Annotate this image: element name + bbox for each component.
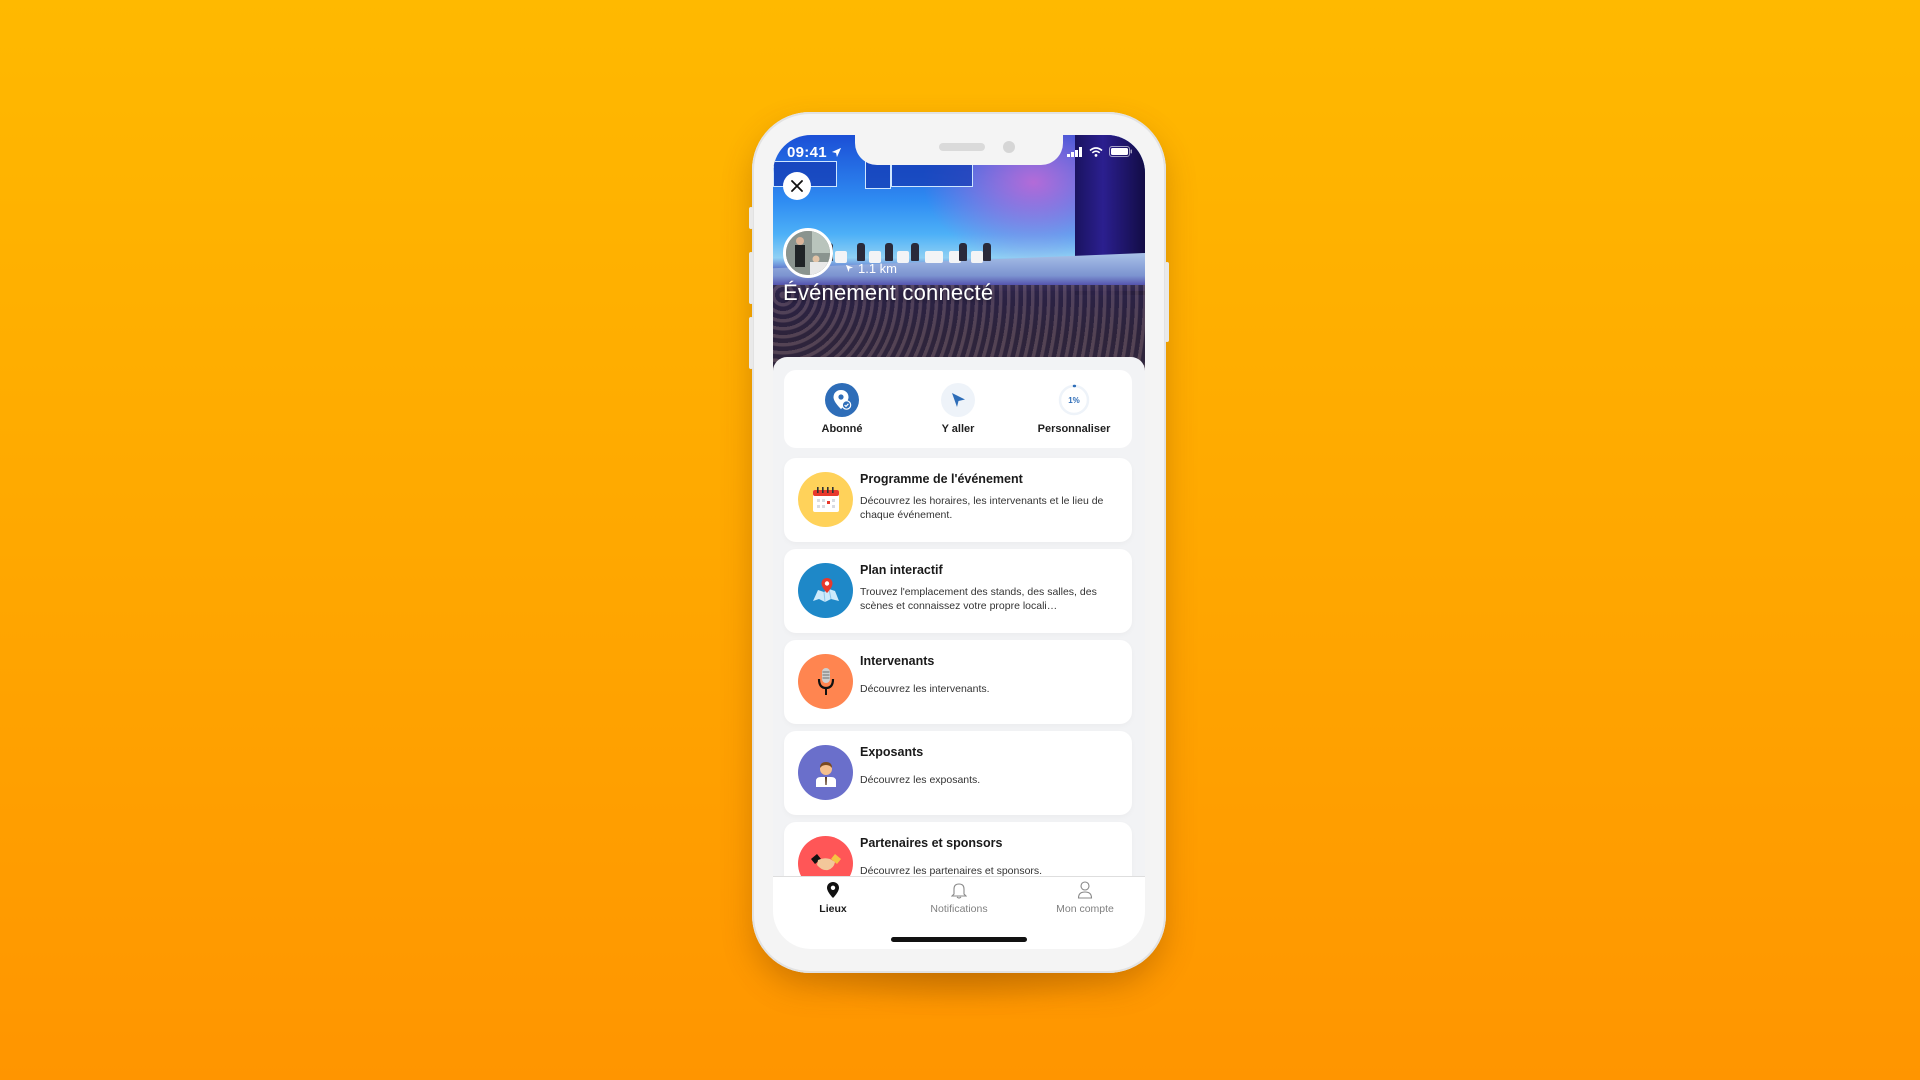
- hero-speaker: [885, 243, 893, 261]
- location-arrow-icon: [832, 147, 842, 158]
- action-bar: Abonné Y aller 1% Personnaliser: [784, 370, 1132, 448]
- status-time-text: 09:41: [787, 144, 827, 161]
- subscribed-label: Abonné: [821, 423, 863, 435]
- close-button[interactable]: [783, 172, 811, 200]
- bottom-nav: Lieux Notifications Mon compte: [773, 876, 1145, 949]
- card-title: Programme de l'événement: [860, 472, 1023, 486]
- card-title: Intervenants: [860, 654, 935, 668]
- close-icon: [791, 180, 803, 192]
- volume-up-button: [749, 252, 753, 304]
- distance-text: 1.1 km: [858, 261, 898, 276]
- phone-frame: 09:41 1.1 km Événement connecté Abonné Y…: [749, 112, 1169, 973]
- nav-notifications[interactable]: Notifications: [904, 881, 1014, 915]
- wifi-icon: [1089, 146, 1103, 157]
- card-description: Découvrez les horaires, les intervenants…: [860, 495, 1104, 521]
- nav-label: Notifications: [930, 903, 988, 915]
- card-exhibitors[interactable]: Exposants Découvrez les exposants.: [784, 731, 1132, 815]
- card-description: Découvrez les intervenants.: [860, 683, 990, 695]
- hero-speaker: [911, 243, 919, 261]
- signal-icon: [1067, 146, 1082, 157]
- power-button: [1165, 262, 1169, 342]
- calendar-icon: [798, 472, 853, 527]
- status-time: 09:41: [787, 144, 842, 161]
- progress-value: 1%: [1068, 395, 1080, 405]
- hero-seat: [897, 251, 909, 263]
- map-pin-icon: [798, 563, 853, 618]
- pin-check-icon: [825, 383, 859, 417]
- card-interactive-map[interactable]: Plan interactif Trouvez l'emplacement de…: [784, 549, 1132, 633]
- home-indicator[interactable]: [891, 937, 1027, 942]
- card-title: Exposants: [860, 745, 924, 759]
- customize-button[interactable]: 1% Personnaliser: [1019, 383, 1129, 435]
- nav-account[interactable]: Mon compte: [1030, 881, 1140, 915]
- hero-speaker: [857, 243, 865, 261]
- mute-switch: [749, 207, 753, 229]
- go-there-label: Y aller: [941, 423, 975, 435]
- status-icons: [1067, 146, 1133, 157]
- front-camera: [1003, 141, 1015, 153]
- battery-icon: [1109, 146, 1132, 157]
- navigate-arrow-icon: [941, 383, 975, 417]
- speaker-grille: [939, 143, 985, 151]
- app-screen: 09:41 1.1 km Événement connecté Abonné Y…: [773, 135, 1145, 949]
- hero-seat: [971, 251, 983, 263]
- progress-ring-icon: 1%: [1057, 383, 1091, 417]
- bell-icon: [951, 883, 967, 899]
- hero-speaker: [959, 243, 967, 261]
- location-pin-icon: [827, 882, 839, 898]
- venue-avatar: [783, 228, 833, 278]
- customize-label: Personnaliser: [1037, 423, 1111, 435]
- user-icon: [1077, 881, 1093, 899]
- hero-speaker: [983, 243, 991, 261]
- hero-seat: [925, 251, 943, 263]
- distance-indicator: 1.1 km: [845, 261, 897, 276]
- event-title: Événement connecté: [783, 280, 994, 305]
- nav-label: Lieux: [819, 903, 847, 915]
- card-title: Partenaires et sponsors: [860, 836, 1003, 850]
- card-speakers[interactable]: Intervenants Découvrez les intervenants.: [784, 640, 1132, 724]
- volume-down-button: [749, 317, 753, 369]
- card-program[interactable]: Programme de l'événement Découvrez les h…: [784, 458, 1132, 542]
- direction-arrow-icon: [845, 264, 854, 273]
- nav-places[interactable]: Lieux: [778, 881, 888, 915]
- notch: [855, 135, 1063, 165]
- subscribed-button[interactable]: Abonné: [787, 383, 897, 435]
- microphone-icon: [798, 654, 853, 709]
- card-description: Découvrez les exposants.: [860, 774, 981, 786]
- person-icon: [798, 745, 853, 800]
- avatar-photo: [786, 231, 830, 275]
- go-there-button[interactable]: Y aller: [903, 383, 1013, 435]
- card-title: Plan interactif: [860, 563, 943, 577]
- card-description: Trouvez l'emplacement des stands, des sa…: [860, 586, 1097, 612]
- nav-label: Mon compte: [1056, 903, 1114, 915]
- content-area: Abonné Y aller 1% Personnaliser Programm…: [773, 357, 1145, 949]
